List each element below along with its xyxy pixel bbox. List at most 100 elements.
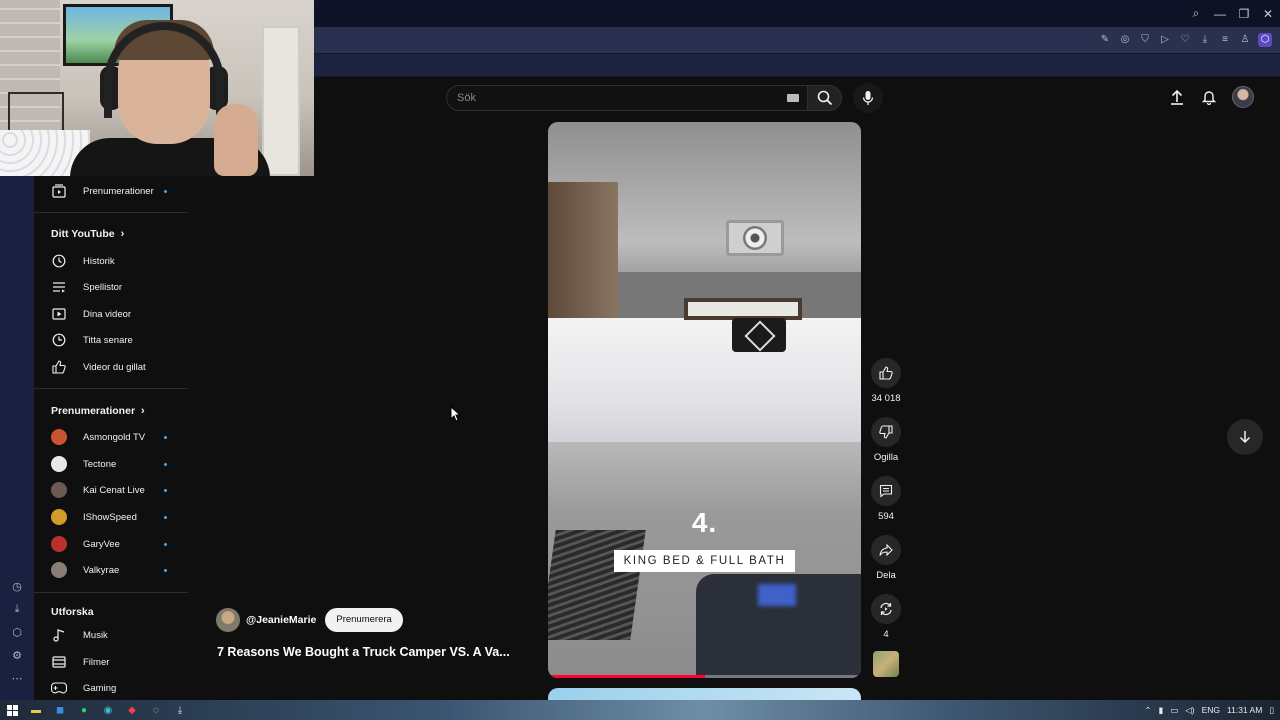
sidebar-item-your-videos[interactable]: Dina videor — [34, 301, 189, 327]
camera-icon[interactable]: ◎ — [1118, 33, 1132, 47]
overlay-number: 4. — [691, 507, 718, 538]
subscriptions-icon — [51, 183, 67, 199]
extension-icon[interactable]: ⬡ — [1258, 33, 1272, 47]
more-icon[interactable]: ⋯ — [9, 672, 25, 688]
voice-search-button[interactable] — [853, 83, 883, 113]
thumbs-down-icon — [879, 425, 893, 439]
play-icon[interactable]: ▷ — [1158, 33, 1172, 47]
watch-later-icon — [51, 332, 67, 348]
mouse-cursor — [450, 406, 460, 422]
shield-icon[interactable]: ⛉ — [1138, 33, 1152, 47]
sidebar-channel-tectone[interactable]: Tectone — [34, 451, 189, 477]
short-title[interactable]: 7 Reasons We Bought a Truck Camper VS. A… — [217, 645, 517, 659]
account-avatar[interactable] — [1232, 86, 1254, 108]
notifications-tray-icon[interactable]: ▯ — [1269, 705, 1274, 716]
heart-icon[interactable]: ♡ — [1178, 33, 1192, 47]
share-action: Dela — [866, 535, 906, 581]
windows-start-icon[interactable] — [4, 702, 20, 718]
microphone-icon — [862, 91, 874, 105]
like-count: 34 018 — [871, 393, 901, 404]
sidebar-channel-asmongold[interactable]: Asmongold TV — [34, 424, 189, 450]
sidebar-item-label: Prenumerationer — [83, 185, 154, 197]
search-button[interactable] — [808, 85, 842, 111]
overlay-caption: KING BED & FULL BATH — [614, 550, 795, 572]
channel-avatar — [51, 562, 67, 578]
subscribe-button[interactable]: Prenumerera — [325, 608, 403, 632]
sidebar-channel-ishowspeed[interactable]: IShowSpeed — [34, 504, 189, 530]
file-explorer-icon[interactable]: ▬ — [28, 702, 44, 718]
sidebar-item-movies[interactable]: Filmer — [34, 649, 189, 675]
like-button[interactable] — [871, 358, 901, 388]
section-heading-you[interactable]: Ditt YouTube › — [51, 228, 124, 240]
sidebar-channel-garyvee[interactable]: GaryVee — [34, 531, 189, 557]
upload-button[interactable] — [1168, 86, 1186, 108]
sidebar-item-history[interactable]: Historik — [34, 248, 189, 274]
sidebar-channel-kai-cenat[interactable]: Kai Cenat Live — [34, 477, 189, 503]
sidebar-item-music[interactable]: Musik — [34, 622, 189, 648]
playlists-icon — [51, 279, 67, 295]
thumbs-up-icon — [879, 366, 893, 380]
menu-icon[interactable]: ≡ — [1218, 33, 1232, 47]
settings-icon[interactable]: ⚙ — [9, 649, 25, 665]
outlook-icon[interactable]: ◼ — [52, 702, 68, 718]
remix-icon — [880, 602, 892, 616]
next-short-button[interactable] — [1227, 419, 1263, 455]
channel-name[interactable]: @JeanieMarie — [246, 614, 316, 626]
channel-name: GaryVee — [83, 538, 120, 550]
next-short-preview[interactable] — [548, 688, 861, 700]
section-heading-subscriptions[interactable]: Prenumerationer › — [51, 405, 145, 417]
dislike-label: Ogilla — [873, 452, 899, 463]
profile-icon[interactable]: ♙ — [1238, 33, 1252, 47]
cube-icon[interactable]: ⬡ — [9, 626, 25, 642]
search-icon[interactable]: ⌕ — [1184, 6, 1208, 21]
obs-icon[interactable]: ◌ — [148, 702, 164, 718]
address-bar[interactable]: ✎ ◎ ⛉ ▷ ♡ ⤓ ≡ ♙ ⬡ — [314, 27, 1280, 53]
sidebar-item-liked-videos[interactable]: Videor du gillat — [34, 354, 189, 380]
search-input[interactable]: Sök — [446, 85, 808, 111]
sidebar-channel-valkyrae[interactable]: Valkyrae — [34, 557, 189, 583]
network-icon[interactable]: ▭ — [1170, 705, 1178, 716]
channel-name: Tectone — [83, 458, 117, 470]
close-icon[interactable]: ✕ — [1256, 7, 1280, 21]
volume-icon[interactable]: ◁) — [1185, 705, 1194, 716]
edge-icon[interactable]: ◉ — [100, 702, 116, 718]
channel-avatar[interactable] — [216, 608, 240, 632]
minimize-icon[interactable]: — — [1208, 7, 1232, 21]
microphone-tray-icon[interactable]: ▮ — [1159, 705, 1164, 716]
your-videos-icon — [51, 306, 67, 322]
divider — [34, 388, 188, 389]
sidebar-item-label: Videor du gillat — [83, 361, 146, 373]
keyboard-icon[interactable] — [787, 94, 799, 102]
channel-avatar — [51, 456, 67, 472]
sidebar-item-watch-later[interactable]: Titta senare — [34, 327, 189, 353]
downloads-icon[interactable]: ⤓ — [9, 603, 25, 619]
tray-chevron-icon[interactable]: ⌃ — [1144, 705, 1151, 716]
extension-icons: ✎ ◎ ⛉ ▷ ♡ ⤓ ≡ ♙ ⬡ — [1098, 33, 1272, 47]
notifications-button[interactable] — [1200, 86, 1218, 108]
sidebar-item-subscriptions[interactable]: Prenumerationer — [34, 178, 189, 204]
comments-button[interactable] — [871, 476, 901, 506]
channel-name: IShowSpeed — [83, 511, 137, 523]
channel-name: Kai Cenat Live — [83, 484, 145, 496]
sound-thumbnail[interactable] — [873, 651, 899, 677]
opera-gx-icon[interactable]: ◆ — [124, 702, 140, 718]
language-indicator[interactable]: ENG — [1202, 705, 1220, 715]
restore-icon[interactable]: ❐ — [1232, 7, 1256, 21]
shorts-video-player[interactable]: 4. KING BED & FULL BATH — [548, 122, 861, 678]
new-content-dot — [164, 568, 167, 572]
edit-icon[interactable]: ✎ — [1098, 33, 1112, 47]
clock[interactable]: 11:31 AM — [1227, 705, 1262, 715]
downloader-icon[interactable]: ⤓ — [172, 702, 188, 718]
download-icon[interactable]: ⤓ — [1198, 33, 1212, 47]
history-clock-icon[interactable]: ◷ — [9, 580, 25, 596]
sidebar-item-playlists[interactable]: Spellistor — [34, 274, 189, 300]
remix-button[interactable] — [871, 594, 901, 624]
new-content-dot — [164, 189, 167, 193]
share-button[interactable] — [871, 535, 901, 565]
movies-icon — [51, 654, 67, 670]
new-content-dot — [164, 542, 167, 546]
dislike-button[interactable] — [871, 417, 901, 447]
spotify-icon[interactable]: ● — [76, 702, 92, 718]
sidebar-item-gaming[interactable]: Gaming — [34, 675, 189, 700]
bell-icon — [1202, 91, 1216, 105]
